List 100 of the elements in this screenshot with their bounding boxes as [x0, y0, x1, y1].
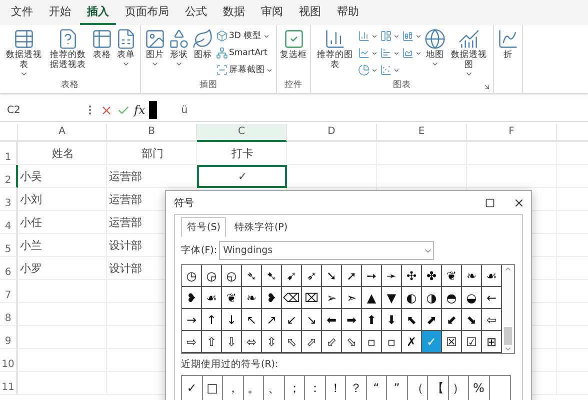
row-header[interactable]: 5: [0, 234, 18, 257]
symbol-cell[interactable]: ➶: [302, 265, 322, 287]
symbol-cell[interactable]: ❥: [262, 287, 282, 309]
enter-icon[interactable]: [117, 104, 130, 116]
symbol-cell[interactable]: ⬅: [322, 309, 342, 331]
symbol-cell[interactable]: ➡: [342, 309, 362, 331]
close-icon[interactable]: [513, 196, 525, 208]
ribbon-button[interactable]: 地图: [423, 27, 447, 69]
cancel-icon[interactable]: [100, 104, 113, 116]
symbol-cell[interactable]: ⌧: [302, 287, 322, 309]
column-header[interactable]: F: [467, 124, 557, 142]
symbol-cell[interactable]: ✗: [402, 331, 422, 353]
symbol-cell[interactable]: ▫: [382, 331, 402, 353]
symbol-cell[interactable]: ➣: [342, 287, 362, 309]
symbol-cell[interactable]: ⬀: [302, 331, 322, 353]
ribbon-tab[interactable]: 开始: [42, 0, 78, 25]
column-header[interactable]: B: [107, 124, 197, 142]
symbol-cell[interactable]: ❧: [242, 287, 262, 309]
symbol-cell[interactable]: ⬂: [342, 331, 362, 353]
symbol-cell[interactable]: ➴: [242, 265, 262, 287]
symbol-cell[interactable]: ↗: [262, 309, 282, 331]
ribbon-button[interactable]: 推荐的数据透视表: [46, 27, 90, 71]
symbol-cell[interactable]: ⇦: [482, 309, 502, 331]
symbol-cell[interactable]: ➛: [382, 265, 402, 287]
symbol-cell[interactable]: ➢: [322, 287, 342, 309]
symbol-cell[interactable]: ➚: [342, 265, 362, 287]
ribbon-button[interactable]: 屏幕截图: [215, 62, 274, 78]
symbol-cell[interactable]: ⇩: [222, 331, 242, 353]
row-header[interactable]: 3: [0, 188, 18, 211]
symbol-cell[interactable]: ➘: [322, 265, 342, 287]
symbol-cell[interactable]: ↙: [282, 309, 302, 331]
symbol-cell[interactable]: ⬉: [402, 309, 422, 331]
symbol-cell[interactable]: ❦: [222, 287, 242, 309]
symbol-cell[interactable]: ⬋: [442, 309, 462, 331]
symbol-cell[interactable]: ▲: [362, 287, 382, 309]
ribbon-tab[interactable]: 视图: [292, 0, 328, 25]
symbol-cell[interactable]: ⬇: [382, 309, 402, 331]
dialog-tab[interactable]: 符号(S): [181, 217, 226, 237]
row-header[interactable]: 4: [0, 211, 18, 234]
symbol-cell[interactable]: ▼: [382, 287, 402, 309]
symbol-cell[interactable]: ⊞: [482, 331, 502, 353]
symbol-cell[interactable]: ⇳: [262, 331, 282, 353]
scroll-down-icon[interactable]: [504, 345, 512, 353]
symbol-cell[interactable]: ↑: [202, 309, 222, 331]
symbol-cell[interactable]: ➷: [262, 265, 282, 287]
symbol-cell[interactable]: ⬆: [362, 309, 382, 331]
symbol-cell[interactable]: ✤: [422, 265, 442, 287]
symbol-cell[interactable]: ←: [482, 287, 502, 309]
scroll-thumb[interactable]: [504, 327, 512, 345]
symbol-cell[interactable]: ◷: [182, 265, 202, 287]
symbol-cell[interactable]: ↘: [302, 309, 322, 331]
font-dropdown[interactable]: Wingdings: [219, 241, 434, 260]
ribbon-button[interactable]: 图片: [143, 27, 167, 69]
name-box[interactable]: C2: [4, 102, 80, 118]
row-header[interactable]: 10: [0, 349, 18, 372]
symbol-cell[interactable]: ✣: [402, 265, 422, 287]
scroll-up-icon[interactable]: [504, 265, 512, 273]
row-header[interactable]: 7: [0, 280, 18, 303]
ribbon-tab[interactable]: 审阅: [254, 0, 290, 25]
symbol-cell[interactable]: ⬊: [462, 309, 482, 331]
ribbon-button[interactable]: 3D 模型: [215, 28, 274, 44]
column-header[interactable]: A: [18, 124, 107, 142]
symbol-cell[interactable]: ◵: [222, 265, 242, 287]
symbol-cell[interactable]: ➹: [282, 265, 302, 287]
ribbon-button[interactable]: 数据透视图: [447, 27, 491, 79]
ribbon-button[interactable]: 图标: [191, 27, 215, 61]
ribbon-button[interactable]: 折: [496, 27, 520, 61]
symbol-cell[interactable]: ◶: [202, 265, 222, 287]
symbol-cell[interactable]: ↖: [242, 309, 262, 331]
symbol-cell[interactable]: ⬈: [422, 309, 442, 331]
symbol-cell[interactable]: ☒: [442, 331, 462, 353]
ribbon-button[interactable]: 形状: [167, 27, 191, 69]
symbol-cell[interactable]: ⇧: [202, 331, 222, 353]
ribbon-tab[interactable]: 数据: [216, 0, 252, 25]
ribbon-tab[interactable]: 文件: [4, 0, 40, 25]
ribbon-button[interactable]: 表单: [114, 27, 138, 69]
row-header[interactable]: 2: [0, 165, 18, 188]
scrollbar[interactable]: [502, 265, 514, 353]
symbol-cell[interactable]: ☙: [482, 265, 502, 287]
ribbon-button[interactable]: SmartArt: [215, 45, 274, 61]
symbol-cell[interactable]: ⬃: [322, 331, 342, 353]
symbol-cell[interactable]: ☑: [462, 331, 482, 353]
ribbon-tab[interactable]: 公式: [178, 0, 214, 25]
column-header[interactable]: D: [287, 124, 377, 142]
row-header[interactable]: 9: [0, 326, 18, 349]
row-header[interactable]: 6: [0, 257, 18, 280]
symbol-cell[interactable]: ◒: [462, 287, 482, 309]
symbol-cell[interactable]: ↓: [222, 309, 242, 331]
column-header[interactable]: C: [197, 124, 287, 142]
function-button[interactable]: fx: [134, 103, 146, 117]
row-header[interactable]: 11: [0, 372, 18, 395]
symbol-cell[interactable]: ❥: [182, 287, 202, 309]
symbol-cell[interactable]: ◑: [422, 287, 442, 309]
symbol-cell[interactable]: ➙: [362, 265, 382, 287]
symbol-cell[interactable]: ⬄: [242, 331, 262, 353]
maximize-icon[interactable]: [485, 198, 495, 208]
symbol-cell[interactable]: ⌫: [282, 287, 302, 309]
ribbon-tab[interactable]: 帮助: [330, 0, 366, 25]
symbol-cell[interactable]: ❧: [462, 265, 482, 287]
column-header[interactable]: E: [377, 124, 467, 142]
